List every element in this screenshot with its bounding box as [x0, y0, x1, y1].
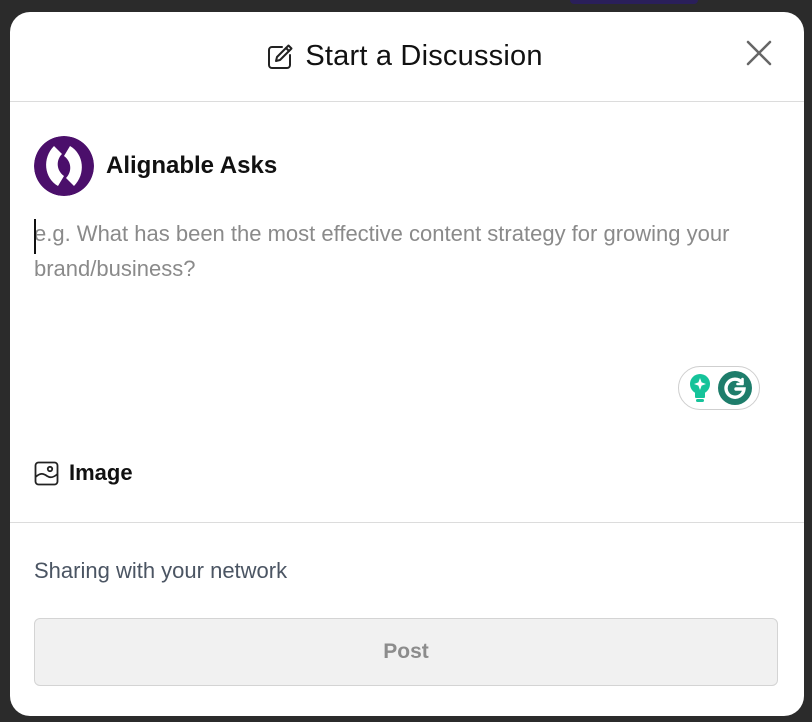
post-author: Alignable Asks: [34, 136, 277, 196]
text-caret: [34, 219, 36, 254]
discussion-text-editor[interactable]: e.g. What has been the most effective co…: [34, 216, 764, 366]
edit-icon: [265, 42, 295, 72]
modal-header: Start a Discussion: [10, 12, 804, 102]
alignable-logo-avatar: [34, 136, 94, 196]
editor-placeholder: e.g. What has been the most effective co…: [34, 221, 730, 281]
close-icon: [746, 40, 772, 66]
grammarly-icon: [718, 371, 752, 405]
lightbulb-icon: [690, 374, 710, 402]
modal-title: Start a Discussion: [305, 40, 543, 72]
author-name: Alignable Asks: [106, 152, 278, 179]
post-button[interactable]: Post: [34, 618, 778, 686]
close-button[interactable]: [744, 38, 774, 68]
image-label: Image: [69, 460, 133, 485]
start-discussion-modal: Start a Discussion Alignable Asks e.g. W…: [10, 12, 804, 716]
background-tab: [570, 0, 698, 4]
image-icon: [34, 461, 59, 485]
grammarly-widget[interactable]: [678, 366, 760, 410]
footer-divider: [10, 522, 804, 523]
modal-title-group: Start a Discussion: [265, 40, 542, 73]
add-image-button[interactable]: Image: [34, 460, 133, 486]
sharing-scope-text: Sharing with your network: [34, 558, 288, 583]
